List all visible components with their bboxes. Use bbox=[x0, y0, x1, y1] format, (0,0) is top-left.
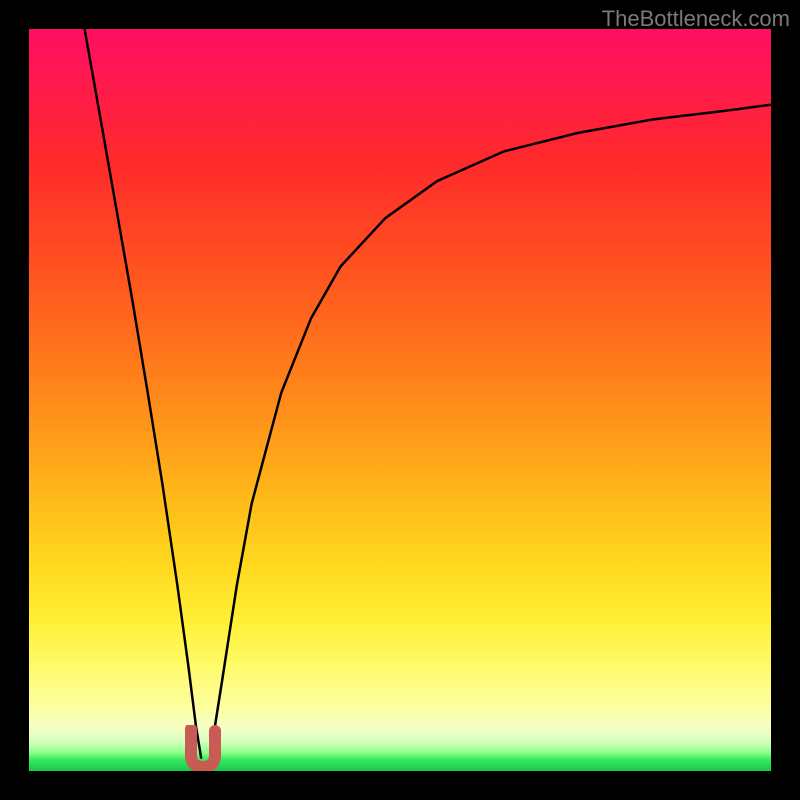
watermark-text: TheBottleneck.com bbox=[602, 6, 790, 32]
curve-left-branch bbox=[85, 29, 202, 758]
optimal-marker bbox=[183, 725, 223, 771]
chart-frame: TheBottleneck.com bbox=[0, 0, 800, 800]
curve-right-branch bbox=[211, 105, 771, 753]
plot-area bbox=[29, 29, 771, 771]
bottleneck-curve bbox=[29, 29, 771, 771]
